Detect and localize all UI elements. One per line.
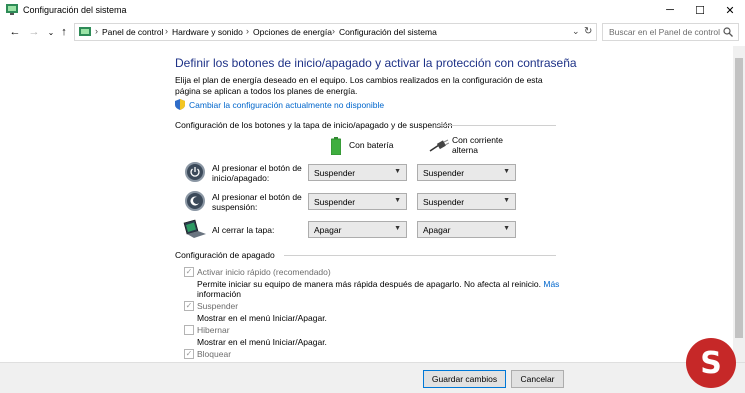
more-info-link[interactable]: Más bbox=[543, 279, 559, 289]
page-description: Elija el plan de energía deseado en el e… bbox=[175, 75, 543, 96]
sleep-button-ac-select[interactable]: Suspender ▼ bbox=[417, 193, 516, 210]
select-value: Suspender bbox=[423, 197, 465, 207]
refresh-button[interactable]: ↻ bbox=[584, 26, 592, 37]
forward-button[interactable]: → bbox=[27, 24, 41, 40]
power-button-ac-select[interactable]: Suspender ▼ bbox=[417, 164, 516, 181]
lid-close-label: Al cerrar la tapa: bbox=[212, 225, 275, 235]
ac-column-header-line1: Con corriente bbox=[452, 135, 504, 145]
uac-shield-icon bbox=[175, 99, 185, 110]
section-divider bbox=[436, 125, 556, 126]
window-title: Configuración del sistema bbox=[23, 5, 127, 15]
ac-column-header-line2: alterna bbox=[452, 145, 478, 155]
section-divider bbox=[284, 255, 556, 256]
sleep-menu-checkbox[interactable]: ✓ bbox=[184, 301, 194, 311]
change-unavailable-settings-link[interactable]: Cambiar la configuración actualmente no … bbox=[175, 99, 384, 110]
sleep-button-label-line2: suspensión: bbox=[212, 202, 258, 212]
power-button-battery-select[interactable]: Suspender ▼ bbox=[308, 164, 407, 181]
sleep-menu-description: Mostrar en el menú Iniciar/Apagar. bbox=[197, 313, 327, 323]
breadcrumb-separator: › bbox=[332, 26, 335, 36]
power-button-label-line1: Al presionar el botón de bbox=[212, 163, 302, 173]
cancel-button[interactable]: Cancelar bbox=[511, 370, 564, 388]
battery-column-header: Con batería bbox=[349, 140, 394, 150]
minimize-button[interactable]: ─ bbox=[655, 0, 685, 20]
select-value: Suspender bbox=[314, 168, 356, 178]
breadcrumb-hardware-y-sonido[interactable]: Hardware y sonido bbox=[172, 27, 243, 37]
select-value: Suspender bbox=[423, 168, 465, 178]
fast-startup-label: Activar inicio rápido (recomendado) bbox=[197, 267, 331, 277]
power-button-label: Al presionar el botón de inicio/apagado: bbox=[212, 163, 302, 183]
lock-menu-label: Bloquear bbox=[197, 349, 232, 359]
select-value: Suspender bbox=[314, 197, 356, 207]
sleep-button-icon bbox=[185, 191, 205, 211]
power-plug-icon bbox=[429, 139, 449, 152]
fast-startup-description: Permite iniciar su equipo de manera más … bbox=[197, 279, 559, 289]
lid-close-battery-select[interactable]: Apagar ▼ bbox=[308, 221, 407, 238]
breadcrumb-panel-de-control[interactable]: Panel de control bbox=[102, 27, 163, 37]
check-icon: ✓ bbox=[185, 349, 193, 358]
maximize-button[interactable]: ☐ bbox=[685, 0, 715, 20]
hibernate-menu-label: Hibernar bbox=[197, 325, 230, 335]
title-bar: Configuración del sistema ─ ☐ ✕ bbox=[0, 0, 745, 20]
dialog-footer bbox=[0, 362, 745, 393]
breadcrumb-separator: › bbox=[95, 26, 98, 36]
more-info-link-continued[interactable]: información bbox=[197, 289, 241, 299]
breadcrumb-separator: › bbox=[165, 26, 168, 36]
chevron-down-icon: ▼ bbox=[503, 225, 510, 232]
page-title: Definir los botones de inicio/apagado y … bbox=[175, 56, 577, 70]
sleep-button-battery-select[interactable]: Suspender ▼ bbox=[308, 193, 407, 210]
fast-startup-description-text: Permite iniciar su equipo de manera más … bbox=[197, 279, 541, 289]
back-button[interactable]: ← bbox=[8, 24, 22, 40]
check-icon: ✓ bbox=[185, 267, 193, 276]
lid-close-ac-select[interactable]: Apagar ▼ bbox=[417, 221, 516, 238]
control-panel-icon bbox=[79, 27, 91, 36]
select-value: Apagar bbox=[423, 225, 451, 235]
hibernate-menu-description: Mostrar en el menú Iniciar/Apagar. bbox=[197, 337, 327, 347]
search-icon[interactable] bbox=[723, 27, 733, 37]
change-unavailable-settings-label[interactable]: Cambiar la configuración actualmente no … bbox=[189, 100, 384, 110]
hibernate-menu-checkbox[interactable] bbox=[184, 325, 194, 335]
ac-column-header: Con corriente alterna bbox=[452, 135, 503, 155]
search-input[interactable]: Buscar en el Panel de control bbox=[609, 27, 720, 37]
select-value: Apagar bbox=[314, 225, 342, 235]
breadcrumb-opciones-de-energia[interactable]: Opciones de energía bbox=[253, 27, 332, 37]
chevron-down-icon: ▼ bbox=[394, 225, 401, 232]
sleep-button-label: Al presionar el botón de suspensión: bbox=[212, 192, 302, 212]
watermark-logo: S bbox=[686, 338, 736, 388]
control-panel-icon bbox=[6, 4, 18, 15]
sleep-menu-label: Suspender bbox=[197, 301, 239, 311]
chevron-down-icon: ▼ bbox=[394, 168, 401, 175]
recent-locations-button[interactable]: ⌄ bbox=[44, 24, 58, 40]
vertical-scrollbar[interactable] bbox=[733, 46, 745, 362]
chevron-down-icon: ▼ bbox=[503, 168, 510, 175]
fast-startup-checkbox[interactable]: ✓ bbox=[184, 267, 194, 277]
power-button-label-line2: inicio/apagado: bbox=[212, 173, 270, 183]
close-button[interactable]: ✕ bbox=[715, 0, 745, 20]
chevron-down-icon: ▼ bbox=[394, 197, 401, 204]
check-icon: ✓ bbox=[185, 301, 193, 310]
breadcrumb-configuracion-del-sistema[interactable]: Configuración del sistema bbox=[339, 27, 437, 37]
up-button[interactable]: ↑ bbox=[57, 24, 71, 40]
shutdown-section-title: Configuración de apagado bbox=[175, 250, 275, 260]
save-changes-button[interactable]: Guardar cambios bbox=[423, 370, 506, 388]
scrollbar-thumb[interactable] bbox=[735, 58, 743, 338]
laptop-lid-icon bbox=[183, 219, 206, 238]
power-button-icon bbox=[185, 162, 205, 182]
address-bar[interactable]: › Panel de control › Hardware y sonido ›… bbox=[74, 23, 597, 41]
chevron-down-icon: ▼ bbox=[503, 197, 510, 204]
search-box[interactable]: Buscar en el Panel de control bbox=[602, 23, 739, 41]
battery-icon bbox=[331, 137, 341, 155]
breadcrumb-separator: › bbox=[246, 26, 249, 36]
lock-menu-checkbox[interactable]: ✓ bbox=[184, 349, 194, 359]
buttons-section-title: Configuración de los botones y la tapa d… bbox=[175, 120, 453, 130]
address-history-button[interactable]: ⌄ bbox=[572, 26, 580, 37]
sleep-button-label-line1: Al presionar el botón de bbox=[212, 192, 302, 202]
